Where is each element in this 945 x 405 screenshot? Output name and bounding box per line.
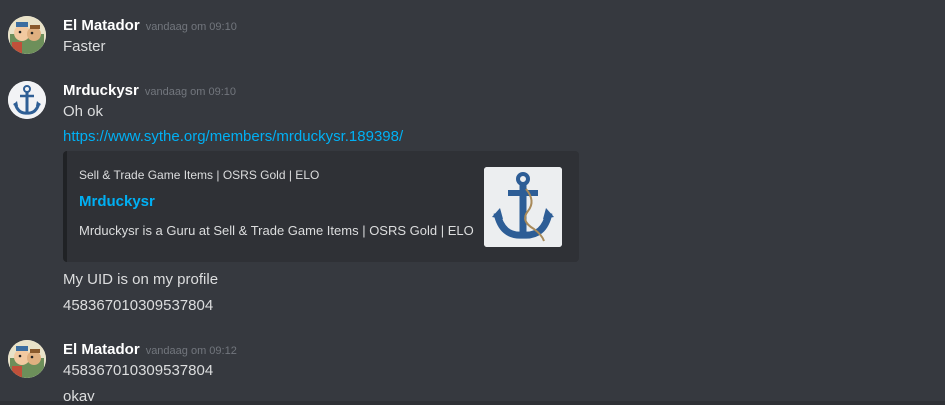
message-header: El Matador vandaag om 09:12 (63, 341, 237, 359)
timestamp[interactable]: vandaag om 09:10 (146, 21, 237, 33)
timestamp[interactable]: vandaag om 09:12 (146, 345, 237, 357)
message-text: Faster (63, 38, 106, 55)
anchor-avatar-icon (8, 81, 46, 119)
composer-edge (0, 401, 945, 405)
avatar[interactable] (8, 81, 46, 119)
cartoon-avatar-icon (8, 340, 46, 378)
embed-title[interactable]: Mrduckysr (79, 193, 155, 210)
link-embed: Sell & Trade Game Items | OSRS Gold | EL… (63, 151, 579, 262)
embed-thumbnail[interactable] (484, 167, 562, 247)
cartoon-avatar-icon (8, 16, 46, 54)
message-text: 458367010309537804 (63, 297, 214, 314)
embed-provider[interactable]: Sell & Trade Game Items | OSRS Gold | EL… (79, 168, 319, 182)
message-text: 458367010309537804 (63, 362, 214, 379)
message-text: Oh ok (63, 103, 104, 120)
avatar[interactable] (8, 16, 46, 54)
message-header: Mrduckysr vandaag om 09:10 (63, 82, 236, 100)
username[interactable]: El Matador (63, 341, 140, 358)
avatar[interactable] (8, 340, 46, 378)
username[interactable]: Mrduckysr (63, 82, 139, 99)
anchor-thumbnail-icon (484, 167, 562, 247)
username[interactable]: El Matador (63, 17, 140, 34)
timestamp[interactable]: vandaag om 09:10 (145, 86, 236, 98)
message-text: My UID is on my profile (63, 271, 219, 288)
embed-description: Mrduckysr is a Guru at Sell & Trade Game… (79, 223, 474, 238)
profile-link[interactable]: https://www.sythe.org/members/mrduckysr.… (63, 128, 403, 145)
message-header: El Matador vandaag om 09:10 (63, 17, 237, 35)
